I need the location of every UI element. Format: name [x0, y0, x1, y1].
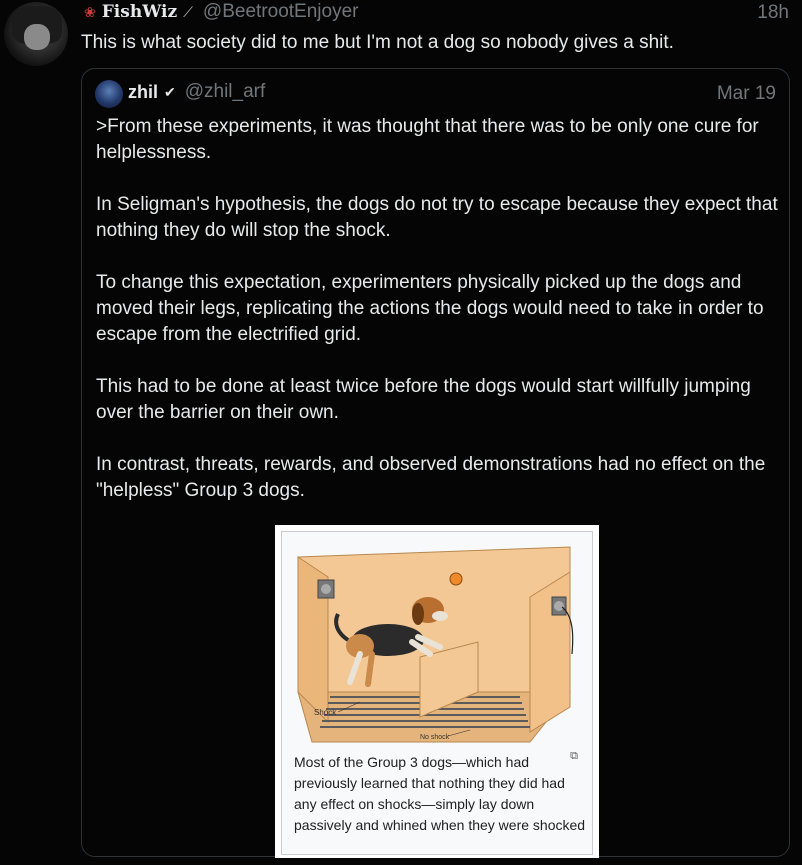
quoted-header: zhil ✔ @zhil_arf	[128, 81, 265, 103]
tweet-text: This is what society did to me but I'm n…	[81, 32, 674, 53]
quoted-text: >From these experiments, it was thought …	[96, 114, 786, 530]
quoted-date[interactable]: Mar 19	[717, 83, 776, 105]
avatar[interactable]	[4, 2, 68, 66]
label-shock: Shock	[314, 708, 337, 717]
quoted-paragraph: >From these experiments, it was thought …	[96, 116, 759, 163]
wand-icon: ⟋	[183, 3, 193, 20]
user-handle[interactable]: @BeetrootEnjoyer	[203, 1, 359, 23]
figure-caption: Most of the Group 3 dogs—which had previ…	[294, 754, 586, 833]
tweet-header: ❀ FishWiz ⟋ @BeetrootEnjoyer	[84, 1, 358, 23]
checkmark-icon: ✔	[164, 83, 176, 100]
label-no-shock: No shock	[420, 734, 450, 741]
display-name[interactable]: FishWiz	[102, 2, 177, 22]
embedded-figure[interactable]: Shock No shock ⧉ Most of the Group 3 dog…	[275, 525, 599, 858]
rose-icon: ❀	[84, 3, 96, 20]
quoted-handle[interactable]: @zhil_arf	[185, 81, 266, 103]
timestamp[interactable]: 18h	[757, 2, 789, 24]
quoted-avatar[interactable]	[95, 80, 123, 108]
quoted-paragraph: To change this expectation, experimenter…	[96, 272, 764, 345]
quoted-paragraph: In contrast, threats, rewards, and obser…	[96, 454, 766, 501]
quoted-display-name[interactable]: zhil	[128, 82, 158, 103]
avatar-face	[24, 24, 50, 50]
quoted-paragraph: In Seligman's hypothesis, the dogs do no…	[96, 194, 778, 241]
quoted-paragraph: This had to be done at least twice befor…	[96, 376, 751, 423]
quoted-tweet[interactable]: zhil ✔ @zhil_arf Mar 19 >From these expe…	[81, 68, 790, 858]
figure-frame: Shock No shock ⧉ Most of the Group 3 dog…	[281, 531, 593, 855]
